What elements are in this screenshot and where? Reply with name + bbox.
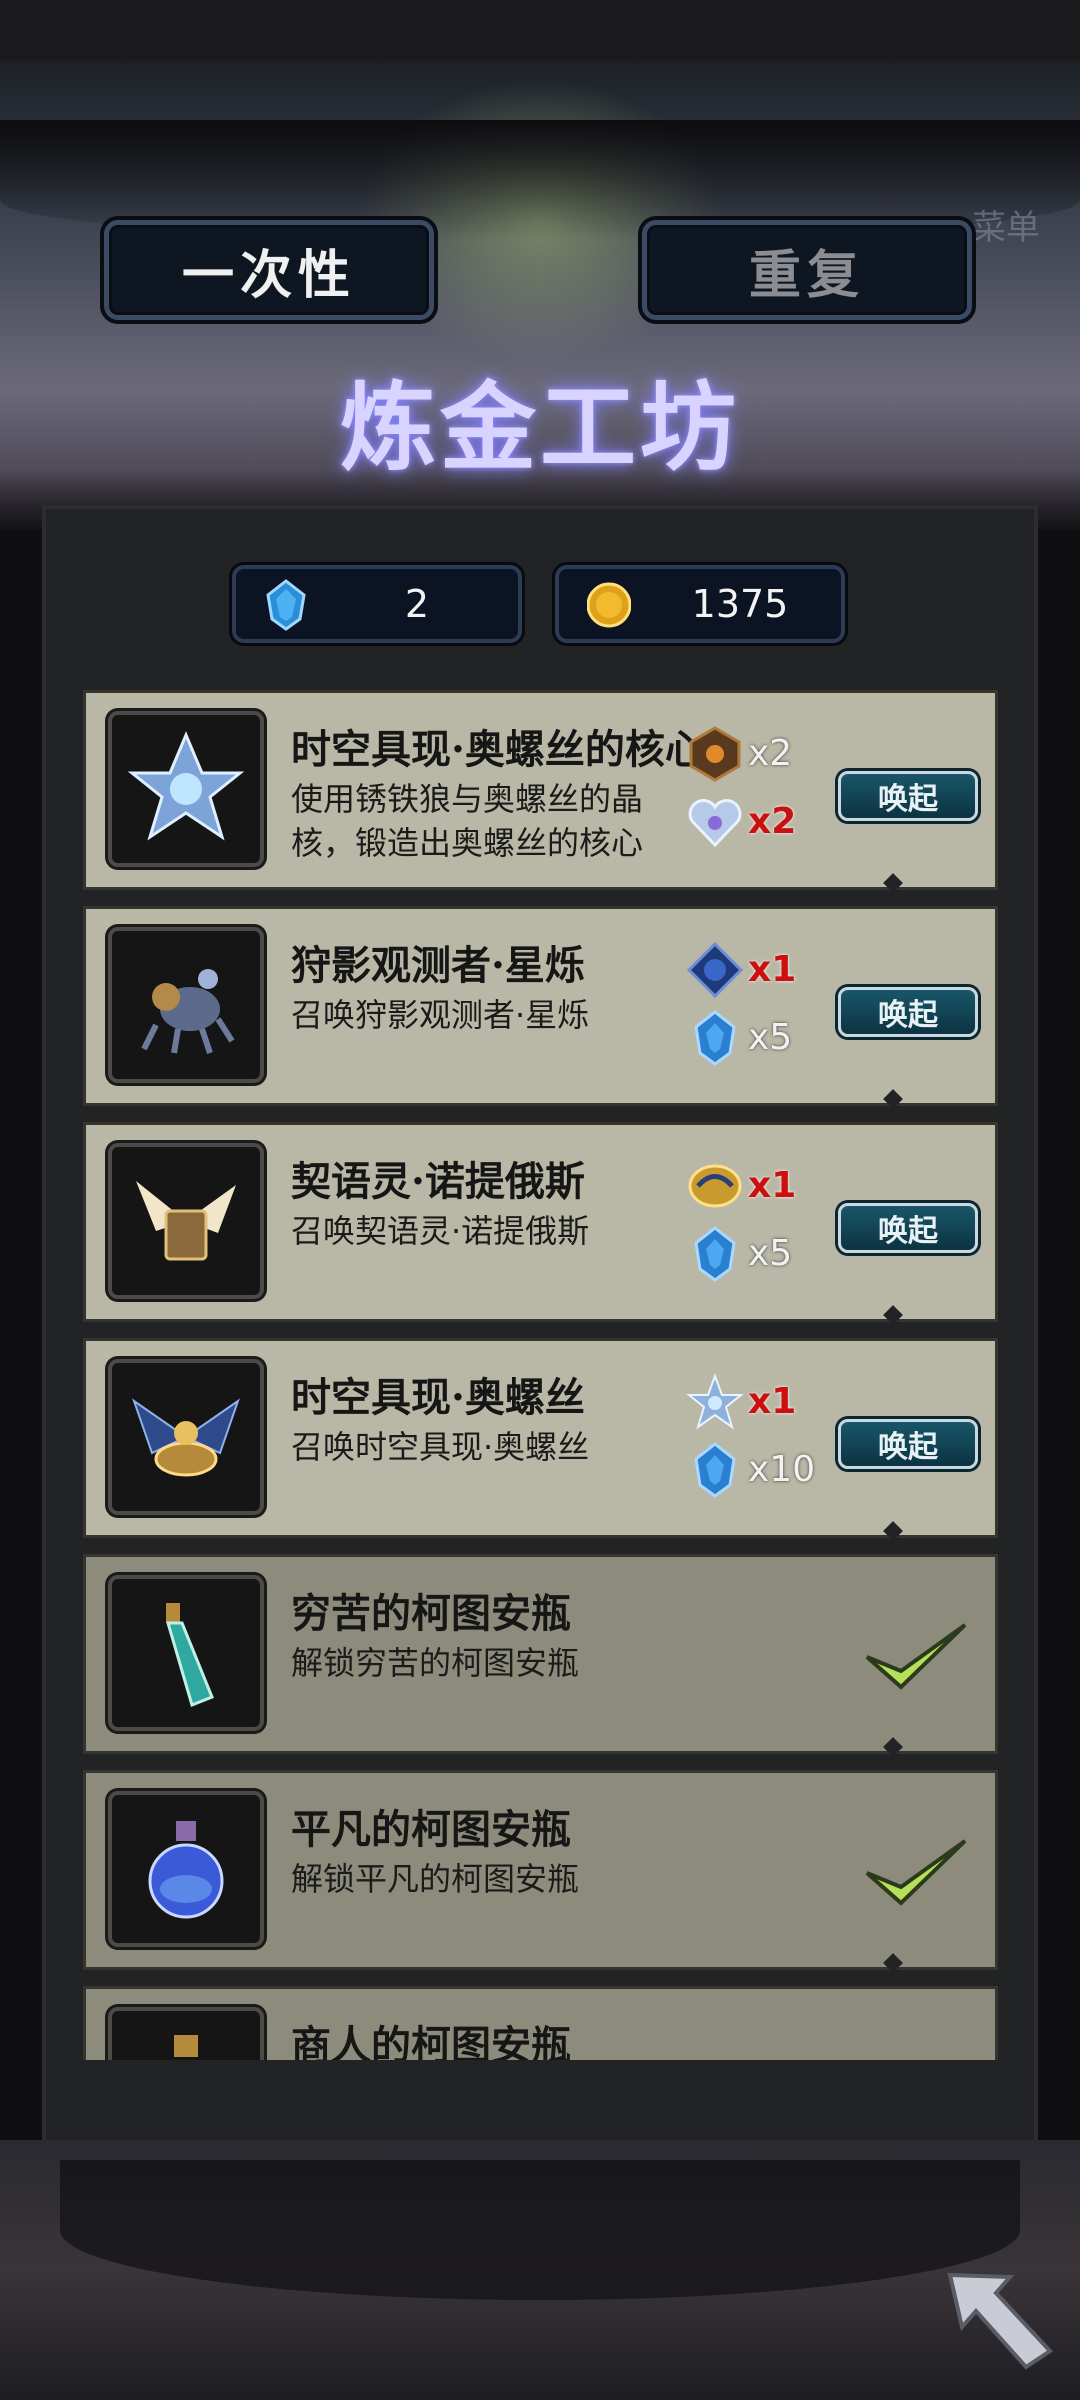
gem-count: 2 (404, 582, 430, 626)
recipe-name: 狩影观测者·星烁 (291, 942, 585, 989)
heart-crystal-icon (688, 799, 742, 848)
requirement-count: x10 (748, 1449, 816, 1490)
requirement-count: x5 (748, 1017, 793, 1058)
recipe-card: 平凡的柯图安瓶 解锁平凡的柯图安瓶 (83, 1770, 998, 1973)
recipe-card: 商人的柯图安瓶 (83, 1986, 998, 2060)
requirement: x1 (686, 941, 796, 1001)
recipe-desc: 解锁平凡的柯图安瓶 (291, 1860, 580, 1898)
menu-hint[interactable]: 菜单 (972, 200, 1040, 249)
blue-gem-icon (266, 579, 306, 631)
recipe-card: 时空具现·奥螺丝 召唤时空具现·奥螺丝 x1 x10 唤起 (83, 1338, 998, 1541)
ordinary-bottle-icon (148, 1821, 224, 1919)
recipe-thumbnail (108, 2007, 264, 2060)
gem-counter: 2 (232, 565, 522, 643)
recipe-list[interactable]: 时空具现·奥螺丝的核心 使用锈铁狼与奥螺丝的晶核，锻造出奥螺丝的核心 x2 x2… (83, 690, 998, 2060)
summon-button[interactable]: 唤起 (838, 987, 978, 1037)
recipe-desc: 召唤契语灵·诺提俄斯 (291, 1212, 590, 1250)
requirement: x1 (686, 1157, 796, 1217)
recipe-card: 穷苦的柯图安瓶 解锁穷苦的柯图安瓶 (83, 1554, 998, 1757)
requirement: x2 (686, 725, 796, 785)
spatial-core-icon (127, 731, 245, 841)
recipe-name: 时空具现·奥螺丝的核心 (291, 726, 705, 773)
requirement: x5 (686, 1009, 796, 1069)
recipe-card: 契语灵·诺提俄斯 召唤契语灵·诺提俄斯 x1 x5 唤起 (83, 1122, 998, 1325)
spatial-construct-icon (132, 1398, 240, 1477)
card-notch (883, 1953, 903, 1973)
recipe-name: 商人的柯图安瓶 (291, 2022, 571, 2060)
requirement-count: x2 (748, 733, 793, 774)
recipe-thumbnail (108, 1575, 264, 1731)
recipe-thumbnail (108, 927, 264, 1083)
requirement: x10 (686, 1441, 815, 1501)
blue-gem-icon (694, 1226, 736, 1282)
card-notch (883, 1521, 903, 1541)
requirement: x5 (686, 1225, 796, 1285)
golden-shell-icon (688, 1164, 742, 1208)
requirement-count: x1 (748, 1381, 797, 1422)
footer-ornament (60, 2160, 1020, 2300)
star-core-icon (686, 1373, 744, 1430)
merchant-bottle-icon (174, 2035, 198, 2057)
recipe-name: 平凡的柯图安瓶 (291, 1806, 571, 1853)
requirement-count: x5 (748, 1233, 793, 1274)
tab-repeat[interactable]: 重复 (642, 220, 972, 320)
shadow-observer-icon (141, 969, 235, 1054)
recipe-thumbnail (108, 1359, 264, 1515)
recipe-name: 穷苦的柯图安瓶 (291, 1590, 571, 1637)
recipe-desc: 使用锈铁狼与奥螺丝的晶核，锻造出奥螺丝的核心 (291, 780, 644, 862)
checkmark-icon (865, 1839, 967, 1906)
rusty-crystal-icon (689, 726, 741, 782)
contract-spirit-icon (136, 1181, 236, 1261)
page-title: 炼金工坊 (340, 371, 740, 484)
card-notch (883, 1737, 903, 1757)
checkmark-icon (865, 1623, 967, 1690)
recipe-desc: 召唤狩影观测者·星烁 (291, 996, 590, 1034)
recipe-thumbnail (108, 711, 264, 867)
requirement-count: x2 (748, 801, 797, 842)
card-notch (883, 1089, 903, 1109)
recipe-thumbnail (108, 1791, 264, 1947)
recipe-card: 时空具现·奥螺丝的核心 使用锈铁狼与奥螺丝的晶核，锻造出奥螺丝的核心 x2 x2… (83, 690, 998, 893)
summon-button[interactable]: 唤起 (838, 1203, 978, 1253)
recipe-name: 契语灵·诺提俄斯 (291, 1158, 585, 1205)
recipe-thumbnail (108, 1143, 264, 1299)
recipe-desc: 召唤时空具现·奥螺丝 (291, 1428, 590, 1466)
card-notch (883, 873, 903, 893)
poor-bottle-icon (165, 1603, 214, 1708)
blue-orb-icon (686, 941, 744, 999)
recipe-name: 时空具现·奥螺丝 (291, 1374, 585, 1421)
blue-gem-icon (694, 1010, 736, 1066)
tab-one-time[interactable]: 一次性 (104, 220, 434, 320)
recipe-card: 狩影观测者·星烁 召唤狩影观测者·星烁 x1 x5 唤起 (83, 906, 998, 1109)
recipe-desc: 解锁穷苦的柯图安瓶 (291, 1644, 580, 1682)
requirement: x1 (686, 1373, 796, 1433)
gold-coin-icon (587, 582, 631, 628)
requirement-count: x1 (748, 949, 797, 990)
blue-gem-icon (694, 1442, 736, 1498)
coin-counter: 1375 (555, 565, 845, 643)
requirement: x2 (686, 793, 796, 853)
card-notch (883, 1305, 903, 1325)
summon-button[interactable]: 唤起 (838, 1419, 978, 1469)
summon-button[interactable]: 唤起 (838, 771, 978, 821)
coin-count: 1375 (691, 582, 789, 626)
requirement-count: x1 (748, 1165, 797, 1206)
back-arrow-icon[interactable] (940, 2255, 1060, 2375)
status-bar (0, 0, 1080, 60)
